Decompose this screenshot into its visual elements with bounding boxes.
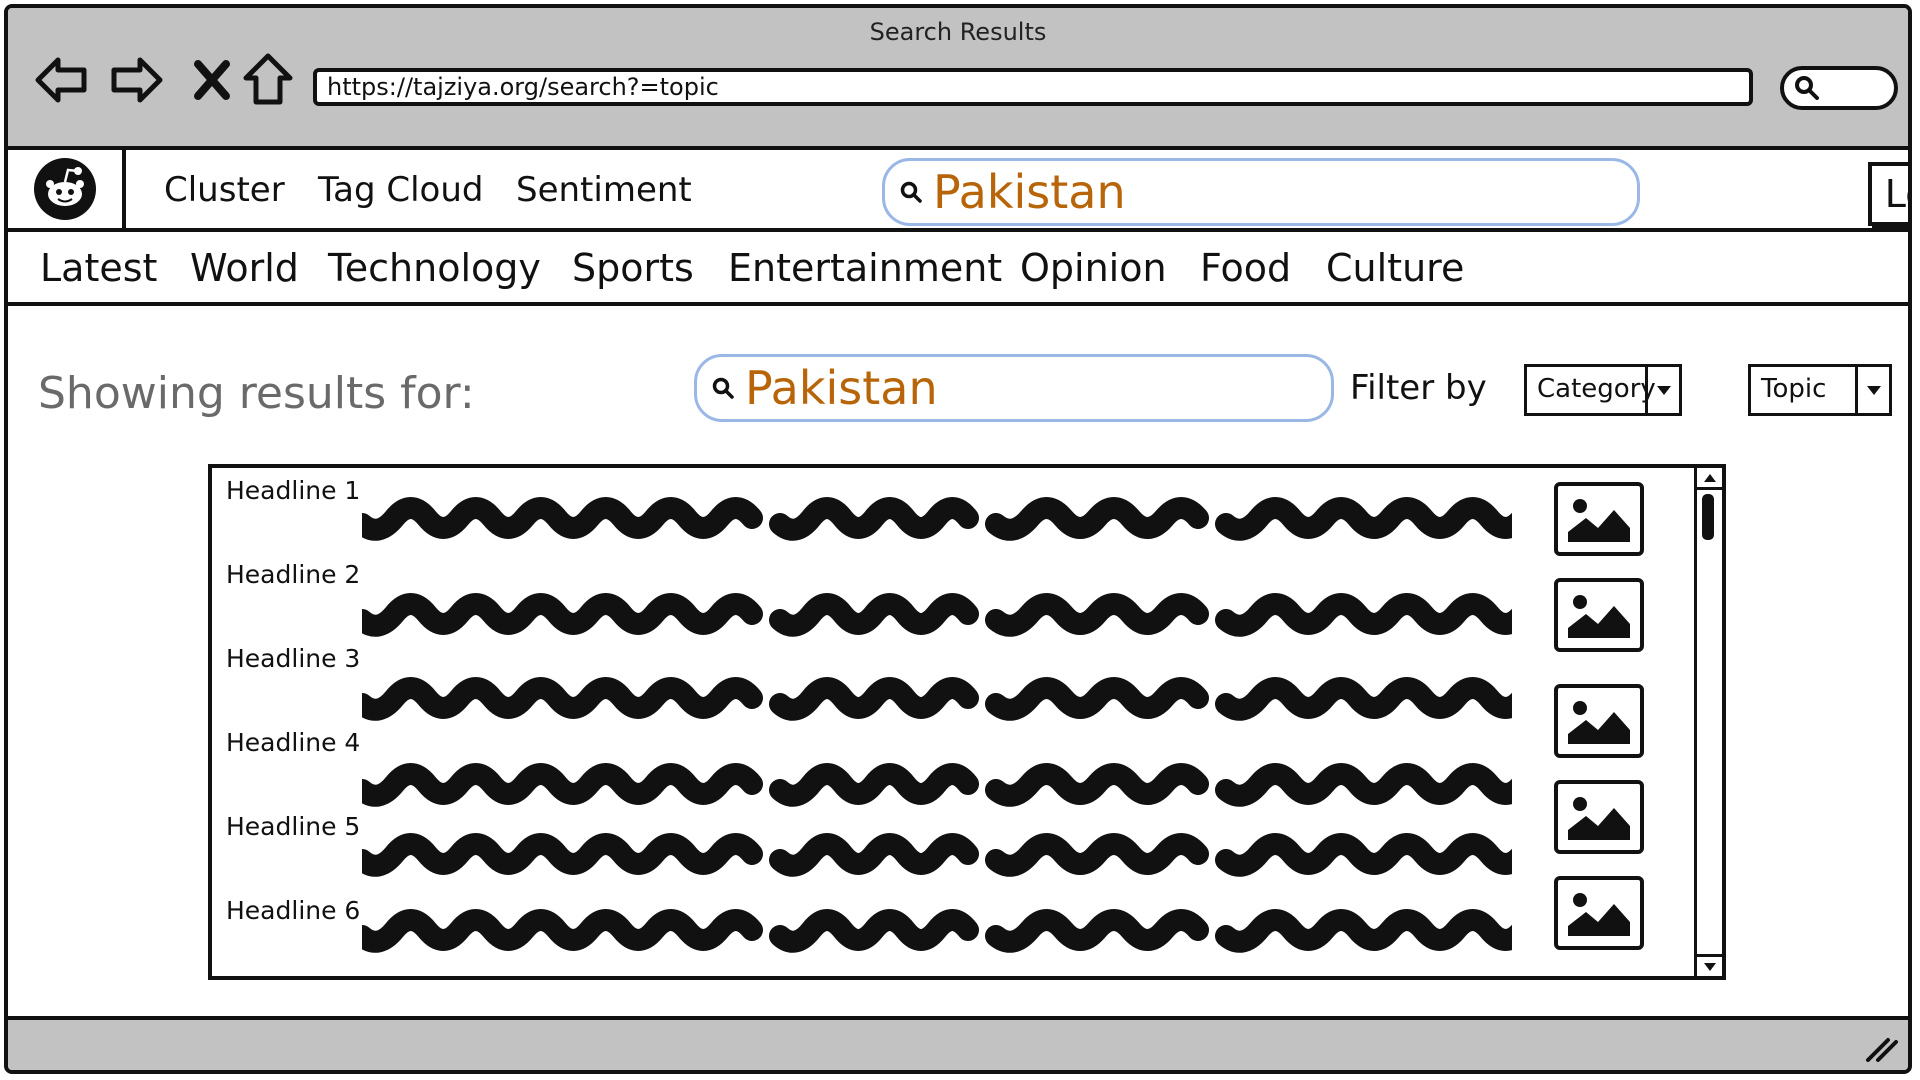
header-search-input[interactable]: Pakistan bbox=[882, 158, 1640, 226]
headline-snippet-scribble bbox=[362, 593, 1512, 637]
nav-link-cluster[interactable]: Cluster bbox=[164, 170, 285, 210]
topic-filter-select[interactable]: Topic bbox=[1748, 364, 1892, 416]
headline-3[interactable]: Headline 3 bbox=[226, 644, 360, 673]
category-latest[interactable]: Latest bbox=[40, 246, 157, 290]
back-arrow-icon[interactable] bbox=[34, 52, 90, 108]
category-filter-select[interactable]: Category bbox=[1524, 364, 1682, 416]
results-list[interactable]: Headline 1 Headline 2 Headline 3 Headline 4… bbox=[208, 464, 1726, 980]
nav-link-sentiment[interactable]: Sentiment bbox=[516, 170, 692, 210]
search-icon bbox=[712, 377, 734, 399]
headline-snippet-scribble bbox=[362, 497, 1512, 541]
image-placeholder-icon[interactable] bbox=[1554, 876, 1644, 950]
browser-chrome: Search Results https://tajziya.org/searc… bbox=[8, 8, 1908, 150]
headline-5[interactable]: Headline 5 bbox=[226, 812, 360, 841]
headline-6[interactable]: Headline 6 bbox=[226, 896, 360, 925]
site-logo[interactable] bbox=[8, 150, 126, 232]
chevron-down-icon bbox=[1855, 367, 1889, 413]
category-entertainment[interactable]: Entertainment bbox=[728, 246, 1002, 290]
category-navigation: Latest World Technology Sports Entertain… bbox=[8, 232, 1908, 306]
headline-snippet-scribble bbox=[362, 833, 1512, 877]
filter-by-label: Filter by bbox=[1350, 368, 1487, 408]
image-placeholder-icon[interactable] bbox=[1554, 780, 1644, 854]
search-icon bbox=[900, 181, 922, 203]
headline-snippet-scribble bbox=[362, 763, 1512, 807]
image-placeholder-icon[interactable] bbox=[1554, 578, 1644, 652]
category-world[interactable]: World bbox=[190, 246, 299, 290]
resize-grip-icon[interactable] bbox=[1862, 1034, 1898, 1064]
category-opinion[interactable]: Opinion bbox=[1020, 246, 1167, 290]
home-icon[interactable] bbox=[240, 52, 296, 108]
results-search-value: Pakistan bbox=[745, 361, 938, 415]
headline-1[interactable]: Headline 1 bbox=[226, 476, 360, 505]
scrollbar-thumb[interactable] bbox=[1702, 494, 1714, 540]
browser-search-field[interactable] bbox=[1780, 66, 1898, 110]
results-search-input[interactable]: Pakistan bbox=[694, 354, 1334, 422]
category-food[interactable]: Food bbox=[1200, 246, 1291, 290]
category-sports[interactable]: Sports bbox=[572, 246, 694, 290]
topic-filter-value: Topic bbox=[1761, 374, 1827, 404]
close-x-icon[interactable] bbox=[184, 52, 240, 108]
category-filter-value: Category bbox=[1537, 374, 1656, 404]
category-culture[interactable]: Culture bbox=[1326, 246, 1464, 290]
headline-2[interactable]: Headline 2 bbox=[226, 560, 360, 589]
browser-window: Search Results https://tajziya.org/searc… bbox=[4, 4, 1912, 1074]
showing-results-label: Showing results for: bbox=[38, 368, 475, 419]
search-icon bbox=[1795, 76, 1819, 100]
headline-snippet-scribble bbox=[362, 677, 1512, 721]
url-bar[interactable]: https://tajziya.org/search?=topic bbox=[313, 68, 1753, 106]
scroll-down-icon[interactable] bbox=[1697, 954, 1722, 976]
category-technology[interactable]: Technology bbox=[328, 246, 541, 290]
header-search-value: Pakistan bbox=[933, 165, 1126, 219]
headline-snippet-scribble bbox=[362, 909, 1512, 953]
top-navigation: Cluster Tag Cloud Sentiment Pakistan Log… bbox=[126, 150, 1908, 232]
reddit-alien-logo bbox=[34, 158, 96, 220]
window-title: Search Results bbox=[869, 18, 1047, 46]
headline-4[interactable]: Headline 4 bbox=[226, 728, 360, 757]
image-placeholder-icon[interactable] bbox=[1554, 482, 1644, 556]
chevron-down-icon bbox=[1645, 367, 1679, 413]
status-bar bbox=[8, 1016, 1908, 1070]
image-placeholder-icon[interactable] bbox=[1554, 684, 1644, 758]
results-scrollbar[interactable] bbox=[1694, 468, 1722, 976]
nav-link-tag-cloud[interactable]: Tag Cloud bbox=[318, 170, 483, 210]
login-button[interactable]: Login bbox=[1868, 162, 1908, 226]
scroll-up-icon[interactable] bbox=[1697, 468, 1722, 490]
forward-arrow-icon[interactable] bbox=[108, 52, 164, 108]
